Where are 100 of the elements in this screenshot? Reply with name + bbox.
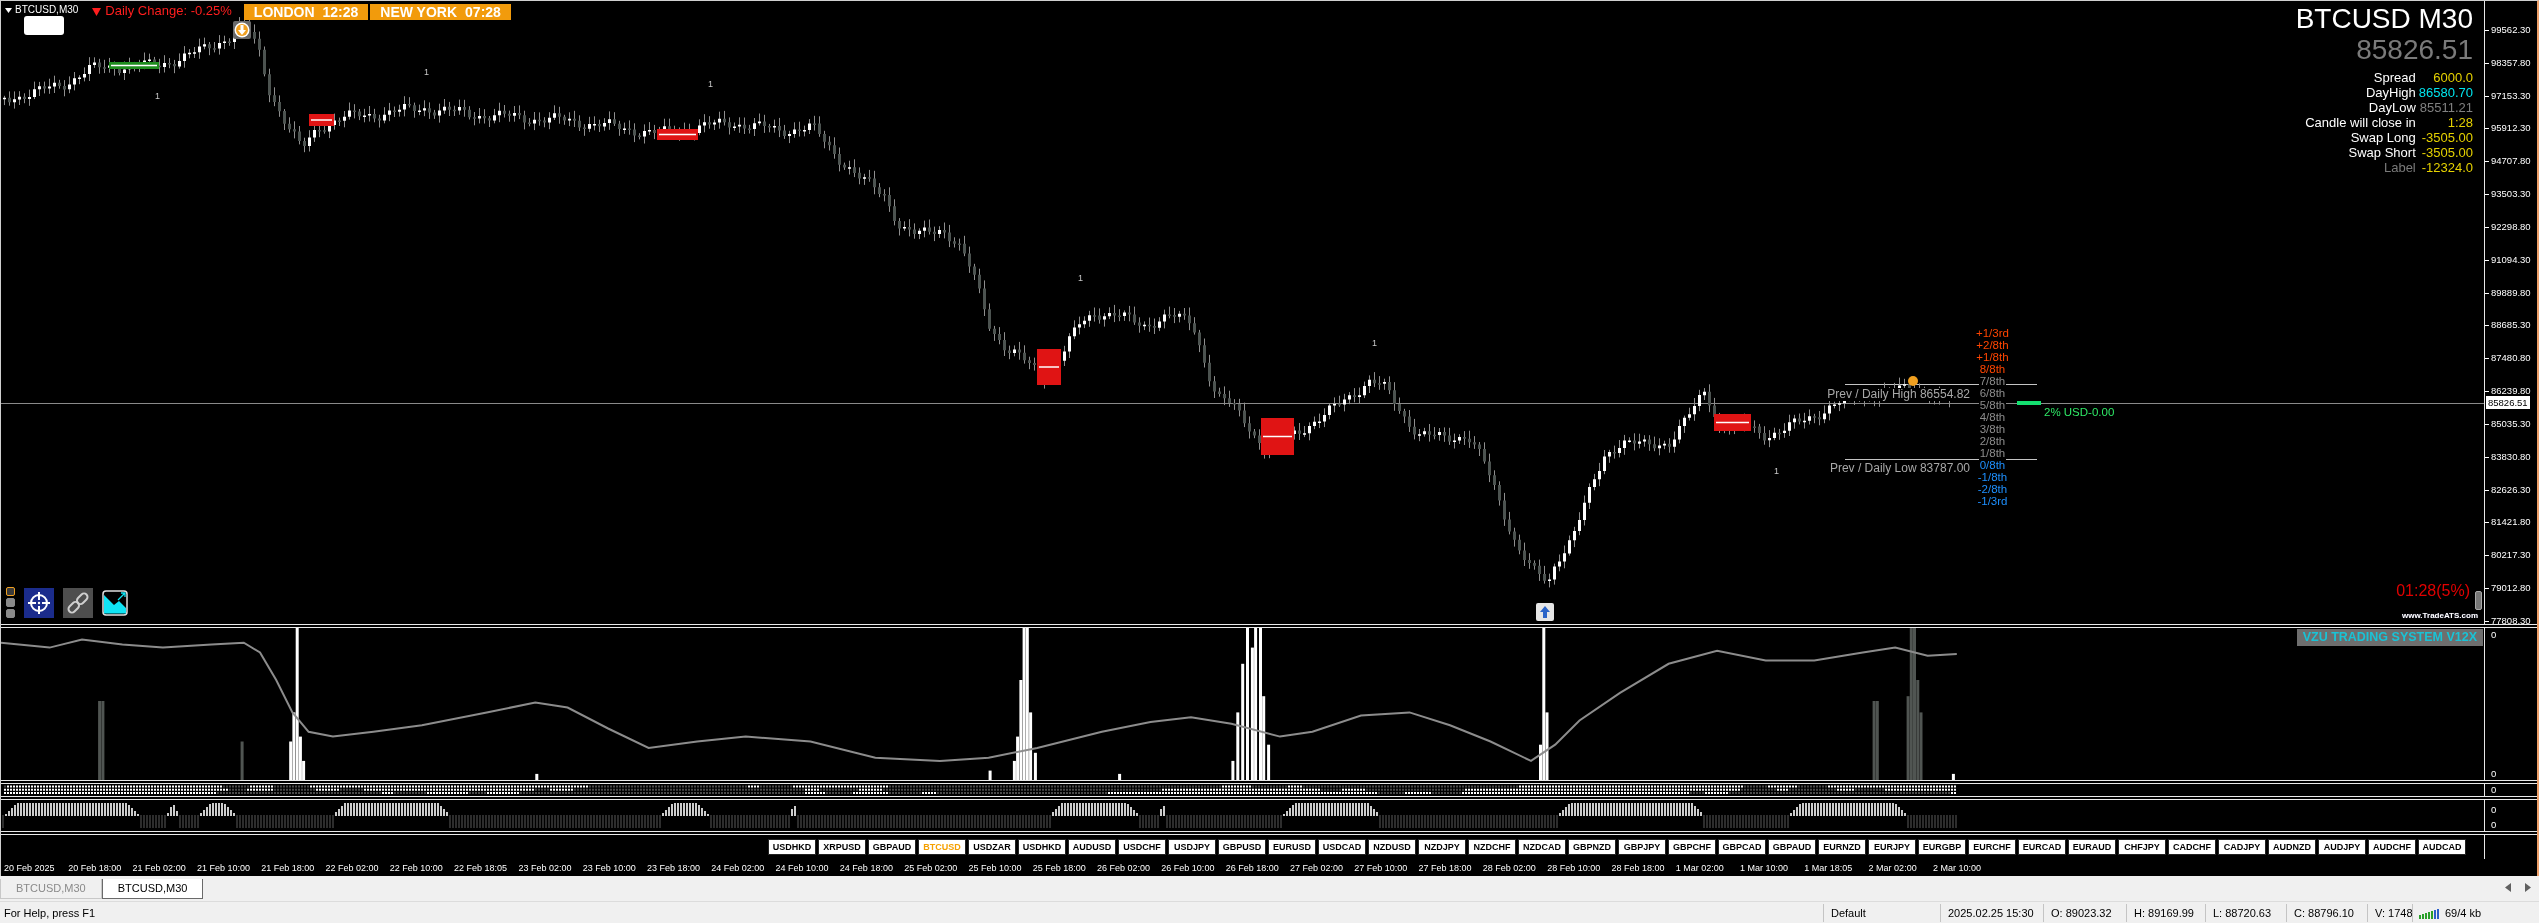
histogram-bar <box>988 770 992 780</box>
price-axis-label: 91094.30 <box>2485 254 2531 266</box>
chart-symbol-label: BTCUSD,M30 <box>15 3 79 17</box>
symbol-button[interactable]: USDZAR <box>968 839 1016 855</box>
info-label: DayHigh <box>2364 85 2416 100</box>
status-field: V: 1748 <box>2367 903 2412 922</box>
time-axis-label: 26 Feb 10:00 <box>1161 861 1216 874</box>
time-axis-label: 25 Feb 10:00 <box>968 861 1023 874</box>
time-axis-label: 21 Feb 10:00 <box>196 861 251 874</box>
fib-level-label: -2/8th <box>1976 483 2009 495</box>
crosshair-icon[interactable] <box>24 587 54 618</box>
symbol-button[interactable]: USDHKD <box>1018 839 1066 855</box>
chain-link-icon[interactable] <box>63 587 93 618</box>
symbol-button[interactable]: USDJPY <box>1168 839 1216 855</box>
symbol-button[interactable]: EURGBP <box>1918 839 1966 855</box>
status-help-text: For Help, press F1 <box>3 906 97 919</box>
symbol-button[interactable]: AUDCAD <box>2418 839 2466 855</box>
time-axis-label: 22 Feb 10:00 <box>389 861 444 874</box>
caret-icon[interactable] <box>5 8 12 13</box>
symbol-button[interactable]: GBPNZD <box>1568 839 1616 855</box>
symbol-button[interactable]: NZDCAD <box>1518 839 1566 855</box>
symbol-button[interactable]: GBPAUD <box>868 839 916 855</box>
time-axis-label: 27 Feb 18:00 <box>1418 861 1473 874</box>
symbol-button[interactable]: AUDCHF <box>2368 839 2416 855</box>
histogram-bar <box>535 773 539 780</box>
symbol-button[interactable]: EURCAD <box>2018 839 2066 855</box>
symbol-button[interactable]: CHFJPY <box>2118 839 2166 855</box>
symbol-button[interactable]: GBPUSD <box>1218 839 1266 855</box>
info-label: Spread <box>2372 70 2416 85</box>
time-axis-label: 24 Feb 10:00 <box>775 861 830 874</box>
fib-level-label: 1/8th <box>1978 447 2007 459</box>
symbol-button[interactable]: CADCHF <box>2168 839 2216 855</box>
symbol-button[interactable]: CADJPY <box>2218 839 2266 855</box>
price-axis-label: 85035.30 <box>2485 418 2531 430</box>
indicator-axis-label: 0 <box>2491 768 2497 779</box>
time-axis-label: 1 Mar 18:05 <box>1804 861 1854 874</box>
traffic-label: 69/4 kb <box>2445 905 2482 921</box>
price-axis-label: 92298.80 <box>2485 221 2531 233</box>
symbol-button[interactable]: EURNZD <box>1818 839 1866 855</box>
session-clock-badge: LONDON 12:28 <box>243 4 369 20</box>
price-zone <box>109 62 159 69</box>
symbol-button[interactable]: NZDUSD <box>1368 839 1416 855</box>
status-field: L: 88720.63 <box>2205 903 2286 922</box>
price-axis-label: 87480.80 <box>2485 352 2531 364</box>
fib-level-label: 4/8th <box>1978 411 2007 423</box>
blank-panel <box>24 16 64 35</box>
symbol-button[interactable]: XRPUSD <box>818 839 866 855</box>
symbol-button[interactable]: GBPCHF <box>1668 839 1716 855</box>
price-zone <box>309 114 334 126</box>
signal-count-label: 1 <box>155 91 160 101</box>
indicator-axis-label: 0 <box>2491 784 2497 795</box>
symbol-button[interactable]: AUDUSD <box>1068 839 1116 855</box>
time-axis-label: 2 Mar 10:00 <box>1932 861 1982 874</box>
current-price-label: 85826.51 <box>2356 34 2473 65</box>
chart-title: BTCUSD M30 <box>2295 3 2473 34</box>
area-chart-icon[interactable] <box>102 589 128 616</box>
panel-square-icon[interactable] <box>6 609 15 618</box>
risk-marker-bar <box>2017 401 2041 405</box>
symbol-button[interactable]: AUDNZD <box>2268 839 2316 855</box>
scroll-right-icon[interactable] <box>2525 883 2531 892</box>
panel-square-icon[interactable] <box>6 587 15 596</box>
panel-square-icon[interactable] <box>6 598 15 607</box>
symbol-button[interactable]: USDCHF <box>1118 839 1166 855</box>
symbol-button[interactable]: EURAUD <box>2068 839 2116 855</box>
symbol-button[interactable]: GBPAUD <box>1768 839 1816 855</box>
symbol-button[interactable]: USDCAD <box>1318 839 1366 855</box>
daily-change-label: Daily Change: -0.25% <box>105 3 232 19</box>
fib-level-label: +2/8th <box>1975 339 2010 351</box>
time-axis-label: 20 Feb 18:00 <box>68 861 123 874</box>
fib-level-label: +1/8th <box>1975 351 2010 363</box>
symbol-button[interactable]: EURCHF <box>1968 839 2016 855</box>
symbol-button[interactable]: NZDJPY <box>1418 839 1466 855</box>
price-axis-label: 82626.30 <box>2485 484 2531 496</box>
price-axis-label: 98357.80 <box>2485 57 2531 69</box>
signal-dot-icon <box>1908 376 1918 386</box>
symbol-button[interactable]: GBPCAD <box>1718 839 1766 855</box>
price-axis-label: 93503.30 <box>2485 188 2531 200</box>
chart-shift-handle[interactable] <box>2475 591 2482 610</box>
fib-level-label: 3/8th <box>1978 423 2007 435</box>
scroll-left-icon[interactable] <box>2505 883 2511 892</box>
symbol-button[interactable]: AUDJPY <box>2318 839 2366 855</box>
price-zone <box>1037 349 1061 385</box>
time-axis-label: 27 Feb 02:00 <box>1289 861 1344 874</box>
signal-count-label: 1 <box>1372 338 1377 348</box>
symbol-button[interactable]: GBPJPY <box>1618 839 1666 855</box>
time-axis-label: 2 Mar 02:00 <box>1868 861 1918 874</box>
symbol-button[interactable]: EURUSD <box>1268 839 1316 855</box>
fib-level-label: 7/8th <box>1978 375 2007 387</box>
time-axis-label: 24 Feb 02:00 <box>711 861 766 874</box>
time-axis-label: 21 Feb 02:00 <box>132 861 187 874</box>
symbol-button[interactable]: EURJPY <box>1868 839 1916 855</box>
symbol-button[interactable]: USDHKD <box>768 839 816 855</box>
fib-level-label: +1/3rd <box>1975 327 2010 339</box>
chart-tab[interactable]: BTCUSD,M30 <box>101 879 204 899</box>
symbol-button[interactable]: NZDCHF <box>1468 839 1516 855</box>
time-axis-label: 23 Feb 10:00 <box>582 861 637 874</box>
info-label: Candle will close in <box>2305 115 2416 130</box>
time-axis-label: 25 Feb 02:00 <box>904 861 959 874</box>
down-triangle-icon <box>92 8 102 16</box>
signal-count-label: 1 <box>1774 466 1779 476</box>
